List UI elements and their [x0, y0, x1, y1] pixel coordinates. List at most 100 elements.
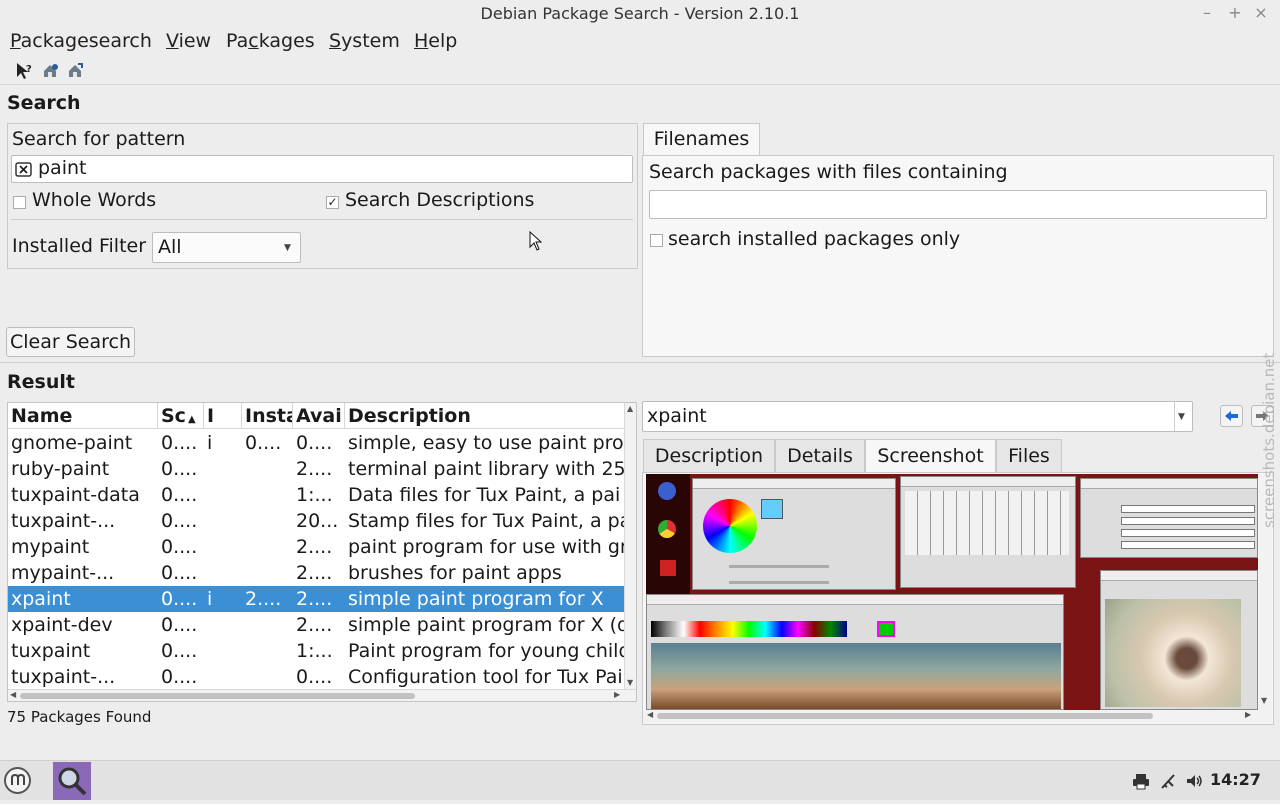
horizontal-scroll-thumb[interactable] [20, 693, 415, 699]
scroll-down-icon[interactable]: ▼ [627, 678, 633, 687]
screenshot-window-titlebar [693, 479, 895, 489]
column-header-description[interactable]: Description [345, 403, 624, 429]
table-row[interactable]: tuxpaint 0.... 1:... Paint program for youn… [8, 638, 624, 664]
back-button[interactable] [1220, 405, 1243, 427]
volume-icon[interactable] [1185, 772, 1203, 790]
search-input[interactable]: paint [11, 155, 633, 183]
linewidth-window [1080, 478, 1258, 558]
network-icon[interactable] [1159, 772, 1177, 790]
cell-available-version: 20... [296, 510, 339, 532]
clock[interactable]: 14:27 [1210, 770, 1261, 789]
table-row[interactable]: xpaint 0.... i 2.... 2.... simple paint progr… [8, 586, 624, 612]
menu-packagesearch[interactable]: Packagesearch [10, 30, 152, 52]
cell-score: 0.... [161, 640, 198, 662]
packages-found-status: 75 Packages Found [7, 708, 152, 726]
chevron-down-icon[interactable]: ▼ [1178, 412, 1185, 422]
whole-words-label: Whole Words [32, 189, 157, 211]
search-heading: Search [7, 92, 81, 114]
cell-score: 0.... [161, 484, 198, 506]
taskbar-app-package-search[interactable] [53, 762, 91, 800]
start-menu-button[interactable] [4, 767, 31, 794]
installed-only-checkbox[interactable] [650, 234, 663, 247]
cell-available-version: 2.... [296, 562, 333, 584]
printer-icon[interactable] [1132, 772, 1150, 790]
menu-packages[interactable]: Packages [226, 30, 315, 52]
column-header-installed[interactable]: I [204, 403, 242, 429]
minimize-icon[interactable]: – [1197, 3, 1217, 23]
cell-name: tuxpaint-data [11, 484, 140, 506]
vertical-scrollbar[interactable]: ▲ ▼ [624, 403, 636, 689]
scroll-up-icon[interactable]: ▲ [627, 404, 633, 413]
scroll-right-icon[interactable]: ▶ [1245, 710, 1251, 719]
menu-view[interactable]: View [166, 30, 211, 52]
tab-details[interactable]: Details [775, 439, 865, 473]
filenames-input[interactable] [649, 190, 1267, 219]
column-header-installed-version[interactable]: Insta [242, 403, 293, 429]
divider [11, 219, 633, 220]
table-row[interactable]: gnome-paint 0.... i 0.... 0.... simple, easy … [8, 430, 624, 456]
scroll-right-icon[interactable]: ▶ [614, 690, 620, 699]
tab-description[interactable]: Description [643, 439, 775, 473]
cell-score: 0.... [161, 562, 198, 584]
cell-score: 0.... [161, 588, 198, 610]
color-palette [651, 621, 847, 637]
search-descriptions-checkbox[interactable]: ✓ [326, 196, 339, 209]
column-header-available-version[interactable]: Avai [293, 403, 345, 429]
column-header-score[interactable]: Sc ▲ [158, 403, 204, 429]
image-horizontal-scroll-thumb[interactable] [657, 713, 1153, 719]
tab-filenames[interactable]: Filenames [643, 123, 760, 156]
maximize-icon[interactable]: + [1225, 3, 1245, 23]
cell-installed [204, 534, 242, 560]
cell-name: gnome-paint [11, 432, 133, 454]
fatbits-window [1100, 570, 1258, 710]
tab-screenshot[interactable]: Screenshot [865, 439, 996, 473]
cell-description: simple paint program for X [348, 588, 604, 610]
cell-available-version: 0.... [296, 432, 333, 454]
table-row[interactable]: tuxpaint-... 0.... 0.... Configuration tool… [8, 664, 624, 690]
close-icon[interactable]: × [1251, 3, 1271, 23]
menu-bar: Packagesearch View Packages System Help [0, 27, 1280, 57]
table-row[interactable]: mypaint-... 0.... 2.... brushes for paint a… [8, 560, 624, 586]
pane-separator[interactable] [0, 362, 1280, 363]
table-row[interactable]: ruby-paint 0.... 2.... terminal paint libra… [8, 456, 624, 482]
install-package-icon[interactable] [65, 61, 85, 81]
window-title: Debian Package Search - Version 2.10.1 [480, 4, 800, 23]
cell-description: simple, easy to use paint pro [348, 432, 624, 454]
scroll-down-icon[interactable]: ▼ [1261, 696, 1267, 705]
cell-installed-version: 2.... [245, 588, 282, 610]
cell-description: Paint program for young child [348, 640, 624, 662]
column-header-name[interactable]: Name [8, 403, 158, 429]
menu-system[interactable]: System [329, 30, 400, 52]
installed-filter-select[interactable]: All ▼ [152, 232, 301, 263]
color-swatch [761, 499, 783, 519]
clear-search-button[interactable]: Clear Search [6, 327, 135, 357]
scroll-left-icon[interactable]: ◀ [647, 710, 653, 719]
table-row[interactable]: tuxpaint-... 0.... 20... Stamp files for Tu… [8, 508, 624, 534]
screenshot-panel: ▼ ◀ ▶ [642, 472, 1274, 725]
menu-help[interactable]: Help [414, 30, 457, 52]
chrome-icon [658, 520, 676, 538]
toolbar: ? [0, 57, 1280, 85]
table-row[interactable]: tuxpaint-data 0.... 1:... Data files for Tu… [8, 482, 624, 508]
scroll-left-icon[interactable]: ◀ [10, 690, 16, 699]
clear-entry-icon[interactable] [15, 161, 32, 178]
update-package-list-icon[interactable] [40, 61, 60, 81]
brush-selector-window [900, 476, 1076, 588]
text-field [1121, 529, 1255, 537]
cell-score: 0.... [161, 536, 198, 558]
color-range-window [692, 478, 896, 590]
cell-description: Stamp files for Tux Paint, a pa [348, 510, 624, 532]
table-row[interactable]: xpaint-dev 0.... 2.... simple paint program… [8, 612, 624, 638]
title-bar: Debian Package Search - Version 2.10.1 –… [0, 0, 1280, 27]
table-row[interactable]: mypaint 0.... 2.... paint program for use w… [8, 534, 624, 560]
result-table[interactable]: Name Sc▲ I Insta Avai Description gnome-… [7, 402, 637, 702]
cell-available-version: 0.... [296, 666, 333, 688]
tab-files[interactable]: Files [996, 439, 1062, 473]
package-combo[interactable]: xpaint ▼ [642, 401, 1193, 432]
magnifier-icon [58, 767, 87, 796]
horizontal-scrollbar[interactable]: ◀ ▶ [8, 689, 636, 701]
slider [729, 565, 829, 568]
whats-this-icon[interactable]: ? [14, 61, 34, 81]
image-horizontal-scrollbar[interactable]: ◀ ▶ [643, 710, 1272, 723]
whole-words-checkbox[interactable] [13, 196, 26, 209]
